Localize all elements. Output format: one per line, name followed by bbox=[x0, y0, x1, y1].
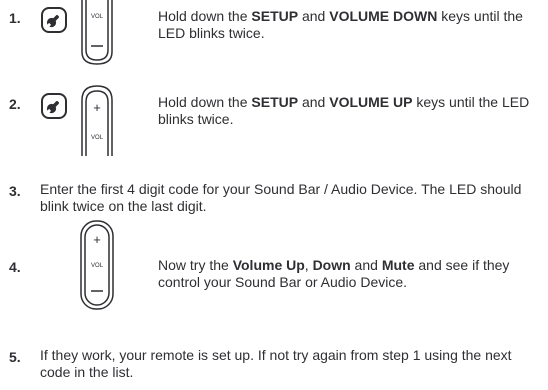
step-1-text: Hold down the SETUP and VOLUME DOWN keys… bbox=[158, 8, 523, 41]
step-4-text: Now try the Volume Up, Down and Mute and… bbox=[158, 257, 510, 290]
setup-key-icon bbox=[41, 93, 67, 119]
step-2-text: Hold down the SETUP and VOLUME UP keys u… bbox=[158, 94, 530, 127]
plus-label: + bbox=[93, 232, 101, 247]
step-3-number: 3. bbox=[9, 183, 21, 199]
plus-label: + bbox=[93, 100, 101, 115]
step-5-text: If they work, your remote is set up. If … bbox=[40, 347, 512, 380]
step-3-text: Enter the first 4 digit code for your So… bbox=[40, 181, 522, 214]
step-1-number: 1. bbox=[9, 10, 21, 26]
vol-label: VOL bbox=[91, 135, 104, 141]
vol-label: VOL bbox=[91, 263, 104, 269]
step-2-number: 2. bbox=[9, 96, 21, 112]
vol-label: VOL bbox=[91, 14, 104, 20]
volume-rocker-icon: + VOL bbox=[80, 220, 114, 310]
volume-up-key-icon: + VOL bbox=[81, 85, 113, 156]
step-5-number: 5. bbox=[9, 349, 21, 365]
step-4-number: 4. bbox=[9, 259, 21, 275]
volume-down-key-icon: VOL bbox=[81, 0, 113, 65]
setup-key-icon bbox=[41, 7, 67, 33]
